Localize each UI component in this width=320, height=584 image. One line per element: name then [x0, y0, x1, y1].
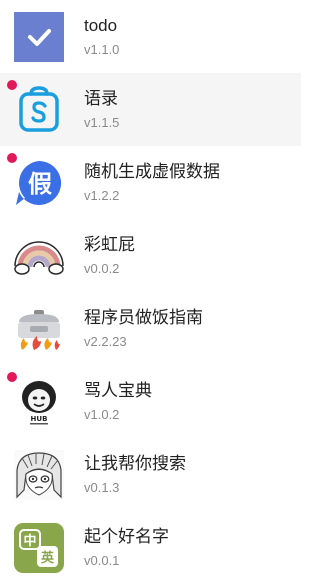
checkmark-icon — [14, 11, 64, 62]
app-text: todo v1.1.0 — [84, 16, 119, 57]
app-name: 起个好名字 — [84, 527, 169, 546]
fake-data-char: 假 — [28, 170, 52, 198]
app-icon-wrap — [14, 304, 64, 354]
app-item-rainbow[interactable]: 彩虹屁 v0.0.2 — [0, 219, 301, 292]
unread-dot — [7, 371, 17, 382]
app-version: v0.0.1 — [84, 553, 120, 568]
app-name: 彩虹屁 — [84, 235, 135, 254]
app-item-good-name[interactable]: 中 英 起个好名字 v0.0.1 — [0, 511, 301, 584]
app-item-search-for-you[interactable]: 让我帮你搜索 v0.1.3 — [0, 438, 301, 511]
app-text: 随机生成虚假数据 v1.2.2 — [84, 162, 220, 203]
app-icon-wrap: 中 英 — [14, 522, 64, 573]
app-text: 让我帮你搜索 v0.1.3 — [84, 454, 186, 495]
char-ying: 英 — [40, 550, 55, 566]
fake-data-icon: 假 — [16, 160, 62, 205]
name-chars-icon: 中 英 — [14, 522, 64, 573]
quote-bag-icon — [19, 85, 59, 132]
app-text: 语录 v1.1.5 — [84, 89, 119, 130]
app-icon-wrap — [14, 449, 64, 500]
app-name: 程序员做饭指南 — [84, 308, 203, 327]
app-text: 彩虹屁 v0.0.2 — [84, 235, 135, 276]
app-icon-wrap — [14, 11, 64, 62]
app-text: 起个好名字 v0.0.1 — [84, 527, 169, 568]
app-name: 让我帮你搜索 — [84, 454, 186, 473]
app-icon-wrap: 假 — [7, 152, 64, 208]
app-name: 语录 — [84, 89, 118, 108]
app-icon-wrap — [14, 231, 64, 281]
app-icon-wrap — [7, 79, 64, 135]
app-text: 程序员做饭指南 v2.2.23 — [84, 308, 203, 349]
app-version: v1.0.2 — [84, 407, 120, 422]
app-version: v1.1.0 — [84, 42, 120, 57]
anime-face-icon — [14, 449, 64, 500]
char-zhong: 中 — [23, 533, 36, 549]
unread-dot — [7, 152, 17, 163]
app-item-quotes[interactable]: 语录 v1.1.5 — [0, 73, 301, 146]
app-icon-wrap: HUB — [7, 371, 64, 427]
app-name: 随机生成虚假数据 — [84, 162, 220, 181]
app-item-fake-data[interactable]: 假 随机生成虚假数据 v1.2.2 — [0, 146, 301, 219]
rice-cooker-icon — [18, 309, 60, 350]
unread-dot — [7, 79, 17, 90]
app-text: 骂人宝典 v1.0.2 — [84, 381, 152, 422]
app-name: 骂人宝典 — [84, 381, 152, 400]
app-version: v0.0.2 — [84, 261, 120, 276]
app-version: v1.2.2 — [84, 188, 120, 203]
app-list: todo v1.1.0 语录 v1.1.5 假 随机生成虚假数据 v1.2.2 … — [0, 0, 301, 584]
app-item-insult-book[interactable]: HUB 骂人宝典 v1.0.2 — [0, 365, 301, 438]
app-version: v1.1.5 — [84, 115, 120, 130]
app-item-cooking-guide[interactable]: 程序员做饭指南 v2.2.23 — [0, 292, 301, 365]
rainbow-icon — [14, 240, 64, 275]
app-version: v2.2.23 — [84, 334, 127, 349]
app-version: v0.1.3 — [84, 480, 120, 495]
app-item-todo[interactable]: todo v1.1.0 — [0, 0, 301, 73]
meme-face-icon: HUB — [14, 376, 64, 427]
app-name: todo — [84, 16, 118, 35]
meme-caption: HUB — [31, 415, 48, 423]
